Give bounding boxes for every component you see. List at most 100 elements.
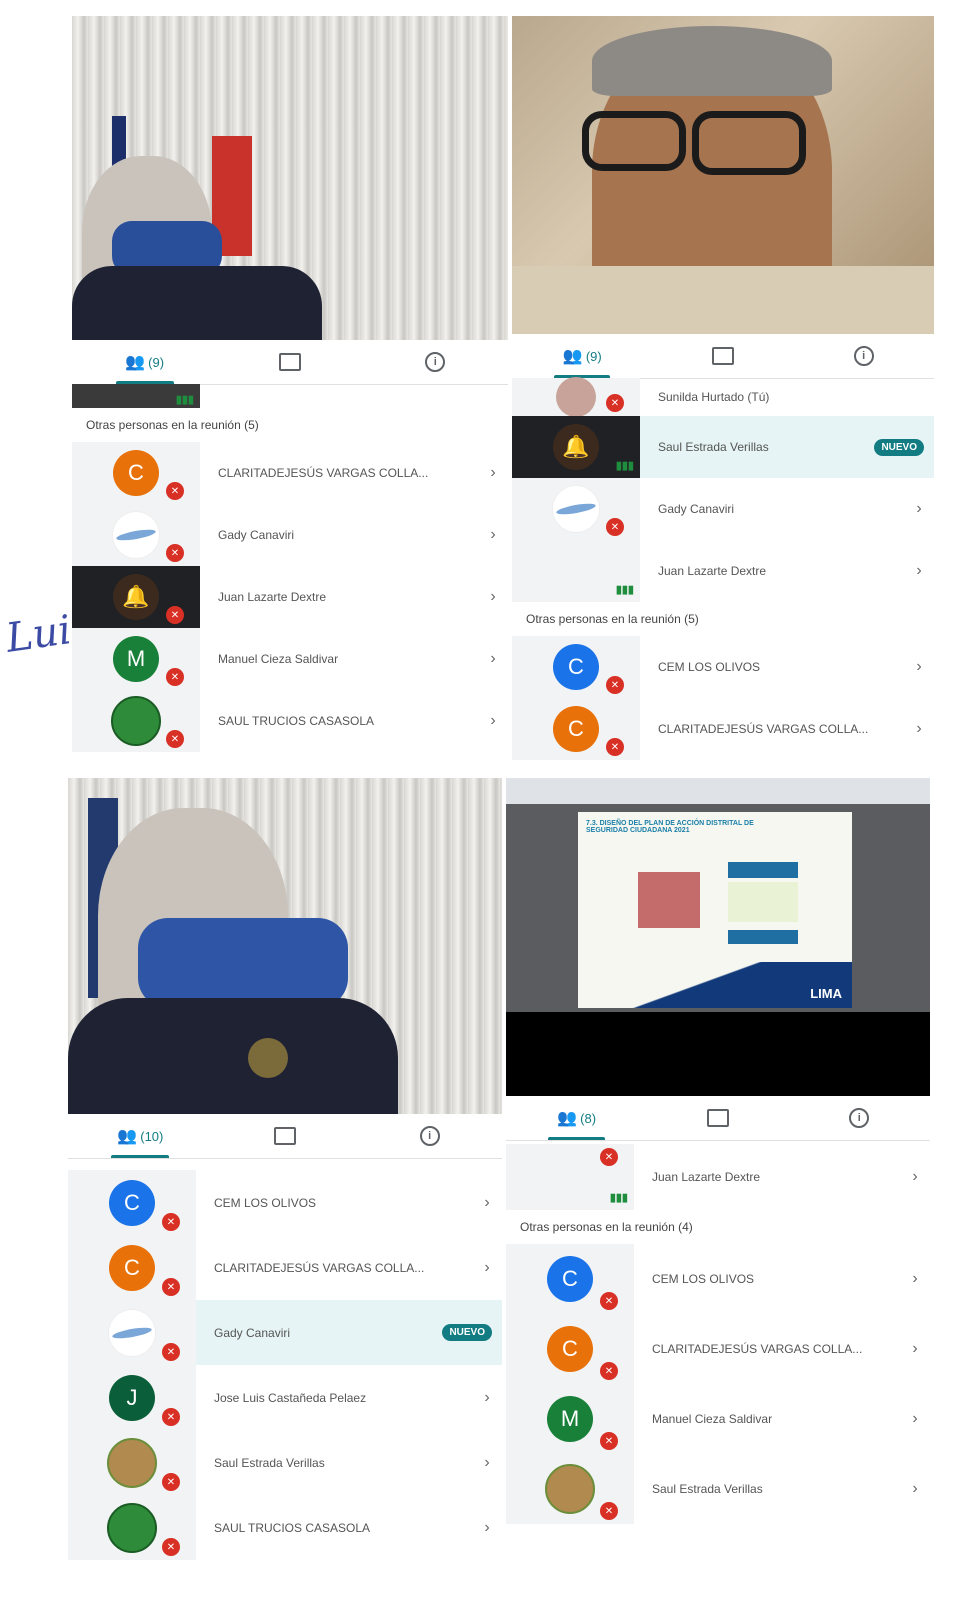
participant-name: Gady Canaviri (218, 528, 295, 542)
tab-info[interactable]: i (363, 340, 508, 384)
participant-name: Manuel Cieza Saldivar (652, 1412, 773, 1426)
mic-off-icon: ✕ (162, 1278, 180, 1296)
mic-off-icon: ✕ (600, 1502, 618, 1520)
participant-name: SAUL TRUCIOS CASASOLA (218, 714, 375, 728)
tab-chat[interactable] (647, 1096, 788, 1140)
mic-off-icon: ✕ (600, 1292, 618, 1310)
mic-off-icon: ✕ (162, 1343, 180, 1361)
chevron-right-icon[interactable]: › (904, 720, 934, 738)
avatar: 🔔 (553, 424, 599, 470)
chevron-right-icon[interactable]: › (900, 1480, 930, 1498)
list-item[interactable]: ✕ SAUL TRUCIOS CASASOLA › (72, 690, 508, 752)
chevron-right-icon[interactable]: › (904, 658, 934, 676)
list-item[interactable]: C ✕ CEM LOS OLIVOS › (512, 636, 934, 698)
mic-off-icon: ✕ (606, 738, 624, 756)
chevron-right-icon[interactable]: › (472, 1259, 502, 1277)
people-icon: 👥 (557, 1110, 578, 1127)
tab-info[interactable]: i (357, 1114, 502, 1158)
meeting-panel-top-left: 👥 (9) i ▮▮▮ Otras personas en la reunión … (72, 16, 508, 764)
chevron-right-icon[interactable]: › (472, 1454, 502, 1472)
info-icon: i (853, 346, 874, 366)
mic-off-icon: ✕ (166, 606, 184, 624)
list-item[interactable]: ▮▮▮ Juan Lazarte Dextre › (512, 540, 934, 602)
tab-info[interactable]: i (789, 1096, 930, 1140)
list-item[interactable]: 🔔 ✕ Juan Lazarte Dextre › (72, 566, 508, 628)
participant-name: Sunilda Hurtado (Tú) (658, 390, 770, 404)
chevron-right-icon[interactable]: › (904, 562, 934, 580)
chevron-right-icon[interactable]: › (478, 526, 508, 544)
chevron-right-icon[interactable]: › (478, 712, 508, 730)
list-item[interactable]: C ✕ CLARITADEJESÚS VARGAS COLLA... › (72, 442, 508, 504)
chevron-right-icon[interactable]: › (900, 1168, 930, 1186)
panel-tabs: 👥 (8) i (506, 1096, 930, 1141)
participant-name: Gady Canaviri (658, 502, 735, 516)
tab-chat[interactable] (653, 334, 794, 378)
list-item[interactable]: M ✕ Manuel Cieza Saldivar › (72, 628, 508, 690)
participant-list: ✕ Sunilda Hurtado (Tú) 🔔 ▮▮▮ Saul Estrada… (512, 377, 934, 760)
panel-tabs: 👥 (9) i (72, 340, 508, 385)
participant-name: CEM LOS OLIVOS (658, 660, 761, 674)
tab-chat[interactable] (217, 340, 362, 384)
participant-thumb: ▮▮▮ (512, 540, 640, 602)
list-item[interactable]: 🔔 ▮▮▮ Saul Estrada Verillas NUEVO (512, 416, 934, 478)
avatar: C (113, 450, 159, 496)
chevron-right-icon[interactable]: › (472, 1389, 502, 1407)
chevron-right-icon[interactable]: › (900, 1340, 930, 1358)
new-badge: NUEVO (874, 438, 924, 456)
chat-icon (274, 1127, 296, 1145)
list-item[interactable]: ✕ Saul Estrada Verillas › (506, 1454, 930, 1524)
tab-people[interactable]: 👥 (9) (72, 340, 217, 384)
list-item[interactable]: J ✕ Jose Luis Castañeda Pelaez › (68, 1365, 502, 1430)
chat-icon (278, 353, 301, 371)
list-item[interactable]: M ✕ Manuel Cieza Saldivar › (506, 1384, 930, 1454)
list-item[interactable]: ✕ ▮▮▮ Juan Lazarte Dextre › (506, 1144, 930, 1210)
tab-people[interactable]: 👥 (9) (512, 334, 653, 378)
avatar (545, 1464, 595, 1514)
list-item[interactable]: C ✕ CLARITADEJESÚS VARGAS COLLA... › (512, 698, 934, 760)
tab-people[interactable]: 👥 (8) (506, 1096, 647, 1140)
avatar (109, 1309, 155, 1356)
list-item[interactable]: C ✕ CEM LOS OLIVOS › (68, 1170, 502, 1235)
lima-logo: LIMA (810, 986, 842, 1001)
participant-name: CLARITADEJESÚS VARGAS COLLA... (652, 1342, 863, 1356)
list-item[interactable]: ✕ Gady Canaviri NUEVO (68, 1300, 502, 1365)
screen-share: 7.3. DISEÑO DEL PLAN DE ACCIÓN DISTRITAL… (506, 778, 930, 1096)
chevron-right-icon[interactable]: › (478, 650, 508, 668)
chevron-right-icon[interactable]: › (478, 588, 508, 606)
list-item[interactable]: ✕ Saul Estrada Verillas › (68, 1430, 502, 1495)
chevron-right-icon[interactable]: › (478, 464, 508, 482)
list-item[interactable]: C ✕ CLARITADEJESÚS VARGAS COLLA... › (506, 1314, 930, 1384)
list-item[interactable]: ✕ Sunilda Hurtado (Tú) (512, 377, 934, 417)
tab-info[interactable]: i (793, 334, 934, 378)
chevron-right-icon[interactable]: › (900, 1270, 930, 1288)
avatar (113, 512, 159, 558)
mic-off-icon: ✕ (606, 676, 624, 694)
info-icon: i (425, 352, 446, 372)
mic-off-icon: ✕ (162, 1408, 180, 1426)
mic-off-icon: ✕ (162, 1213, 180, 1231)
tab-chat[interactable] (213, 1114, 358, 1158)
chevron-right-icon[interactable]: › (904, 500, 934, 518)
chevron-right-icon[interactable]: › (900, 1410, 930, 1428)
chevron-right-icon[interactable]: › (472, 1194, 502, 1212)
list-item[interactable]: C ✕ CEM LOS OLIVOS › (506, 1244, 930, 1314)
participant-list: ▮▮▮ Otras personas en la reunión (5) C ✕ … (72, 384, 508, 752)
chevron-right-icon[interactable]: › (472, 1519, 502, 1537)
mic-off-icon: ✕ (162, 1473, 180, 1491)
section-header: Otras personas en la reunión (5) (526, 612, 699, 626)
list-item[interactable]: ✕ Gady Canaviri › (512, 478, 934, 540)
tab-people[interactable]: 👥 (10) (68, 1114, 213, 1158)
participant-video (72, 16, 508, 340)
mic-off-icon: ✕ (600, 1362, 618, 1380)
meeting-panel-bottom-left: 👥 (10) i C ✕ CEM LOS OLIVOS › C ✕ CLARITADE… (68, 778, 502, 1598)
avatar: C (553, 706, 599, 752)
slide-title: 7.3. DISEÑO DEL PLAN DE ACCIÓN DISTRITAL… (586, 820, 754, 834)
people-icon: 👥 (117, 1128, 138, 1145)
list-item[interactable]: ✕ Gady Canaviri › (72, 504, 508, 566)
avatar: C (109, 1244, 155, 1291)
avatar (111, 696, 161, 746)
list-item[interactable]: ✕ SAUL TRUCIOS CASASOLA › (68, 1495, 502, 1560)
avatar: M (547, 1396, 593, 1442)
list-item[interactable]: C ✕ CLARITADEJESÚS VARGAS COLLA... › (68, 1235, 502, 1300)
section-header: Otras personas en la reunión (5) (86, 418, 259, 432)
